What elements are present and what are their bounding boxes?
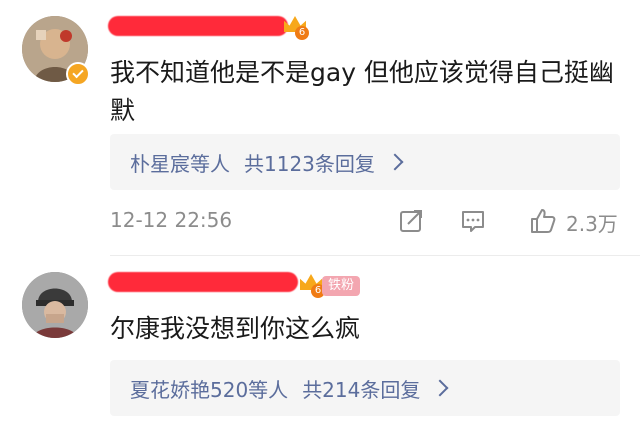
- share-icon[interactable]: [396, 206, 426, 236]
- comment-text: 尔康我没想到你这么疯: [110, 314, 361, 343]
- replies-summary[interactable]: 朴星宸等人 共1123条回复: [110, 134, 620, 190]
- avatar[interactable]: [22, 272, 88, 338]
- chevron-right-icon: [431, 379, 449, 397]
- level-badge: 6: [284, 16, 309, 40]
- timestamp: 12-12 22:56: [110, 208, 233, 232]
- redacted-username[interactable]: [108, 272, 298, 292]
- like-count: 2.3万: [566, 212, 618, 236]
- replies-summary[interactable]: 夏花娇艳520等人 共214条回复: [110, 360, 620, 416]
- reply-names: 夏花娇艳520等人: [130, 377, 289, 402]
- chevron-right-icon: [386, 153, 404, 171]
- fan-badge: 铁粉: [322, 276, 361, 296]
- reply-count: 共1123条回复: [244, 151, 375, 176]
- level-badge: 6: [300, 274, 325, 298]
- comment-2: 6 铁粉 尔康我没想到你这么疯 夏花娇艳520等人 共214条回复: [0, 258, 640, 427]
- redacted-username[interactable]: [108, 16, 288, 36]
- like-icon[interactable]: [528, 206, 558, 236]
- reply-count: 共214条回复: [302, 377, 421, 402]
- divider: [110, 255, 640, 256]
- comment-1: 6 我不知道他是不是gay 但他应该觉得自己挺幽默 朴星宸等人 共1123条回复…: [0, 0, 640, 255]
- comment-text: 我不知道他是不是gay 但他应该觉得自己挺幽默: [110, 58, 614, 125]
- comment-icon[interactable]: [458, 206, 488, 236]
- reply-names: 朴星宸等人: [130, 151, 230, 176]
- verified-badge-icon: [66, 62, 90, 86]
- level-number: 6: [295, 26, 309, 40]
- comment-footer: 12-12 22:56 2.3万: [110, 204, 620, 238]
